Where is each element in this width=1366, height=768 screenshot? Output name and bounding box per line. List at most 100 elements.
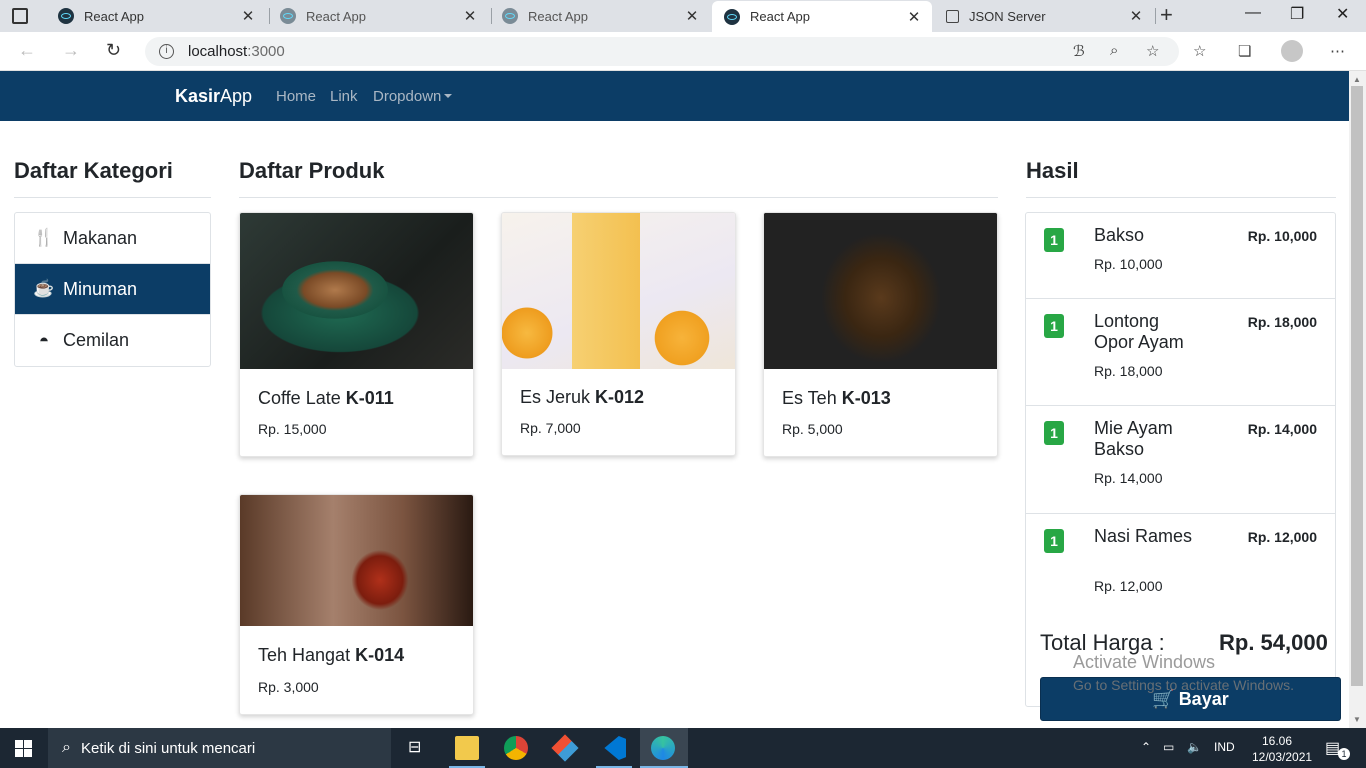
git-icon[interactable] [551,734,579,762]
volume-icon[interactable]: 🔈 [1187,740,1202,754]
product-card[interactable]: Teh Hangat K-014 Rp. 3,000 [239,494,474,715]
qty-badge: 1 [1044,228,1064,252]
qty-badge: 1 [1044,529,1064,553]
cart-item-total: Rp. 14,000 [1247,421,1317,437]
browser-tab[interactable]: React App ✕ [490,0,710,32]
refresh-icon[interactable]: ↻ [106,40,121,61]
search-icon: ⌕ [62,739,71,756]
orange-juice-image [502,213,735,369]
battery-icon[interactable]: ▭ [1163,740,1174,754]
maximize-icon[interactable]: ❐ [1290,4,1304,24]
back-icon[interactable]: ← [18,40,36,61]
product-name-text: Es Jeruk [520,387,591,407]
browser-tab[interactable]: React App ✕ [268,0,488,32]
close-tab-icon[interactable]: ✕ [238,7,258,25]
search-placeholder: Ketik di sini untuk mencari [80,739,256,757]
product-name: Es Teh K-013 [782,388,891,409]
product-name: Es Jeruk K-012 [520,387,644,408]
product-code: K-013 [841,388,891,408]
task-view-icon[interactable]: ⊟ [408,737,421,757]
tab-title: React App [528,8,588,24]
chevron-up-icon[interactable]: ⌃ [1141,740,1151,754]
windows-start-icon[interactable] [15,740,32,757]
react-favicon-icon [502,8,518,24]
browser-tab[interactable]: React App ✕ [46,0,266,32]
url-input[interactable]: i localhost:3000 [145,37,1179,66]
close-tab-icon[interactable]: ✕ [904,8,924,26]
close-tab-icon[interactable]: ✕ [460,7,480,25]
cart-item-total: Rp. 10,000 [1247,228,1317,244]
cart-item-name: Bakso [1094,225,1145,245]
qty-badge: 1 [1044,314,1064,338]
browser-tab[interactable]: JSON Server ✕ [934,0,1154,32]
cart-item-price: Rp. 10,000 [1094,256,1163,272]
file-explorer-icon[interactable] [455,736,479,760]
brand-logo[interactable]: KasirApp [175,86,252,107]
close-window-icon[interactable]: ✕ [1336,4,1349,24]
favorites-icon[interactable]: ☆ [1193,42,1206,60]
qty-badge: 1 [1044,421,1064,445]
new-tab-icon[interactable]: + [1160,2,1173,28]
product-name-text: Teh Hangat [258,645,351,665]
chrome-icon[interactable] [504,736,528,760]
url-host: localhost [188,43,248,60]
zoom-icon[interactable]: ⌕ [1110,42,1118,59]
cart-item-price: Rp. 18,000 [1094,363,1163,379]
cart-item-price: Rp. 12,000 [1094,578,1163,594]
tab-title: React App [306,8,366,24]
clock-time: 16.06 [1261,734,1293,748]
vscode-icon[interactable] [604,736,626,760]
profile-avatar[interactable] [1281,40,1303,62]
read-aloud-icon[interactable]: ℬ [1073,42,1085,60]
page-scrollbar[interactable]: ▲ ▼ [1349,71,1366,728]
product-price: Rp. 7,000 [520,420,581,436]
cart-item[interactable]: 1 Mie Ayam Bakso Rp. 14,000 Rp. 14,000 [1026,406,1335,514]
forward-icon[interactable]: → [62,40,80,61]
json-favicon-icon [946,9,959,23]
category-item-makanan[interactable]: 🍴 Makanan [15,213,210,264]
site-info-icon[interactable]: i [159,44,174,59]
category-label: Makanan [63,227,138,248]
nav-dropdown[interactable]: Dropdown [373,88,453,105]
cart-item[interactable]: 1 Nasi Rames Rp. 12,000 Rp. 12,000 [1026,514,1335,614]
scroll-up-icon[interactable]: ▲ [1353,75,1361,84]
close-tab-icon[interactable]: ✕ [682,7,702,25]
product-card[interactable]: Es Jeruk K-012 Rp. 7,000 [501,212,736,456]
cart-item-total: Rp. 18,000 [1247,314,1317,330]
divider [239,197,998,198]
nav-link-home[interactable]: Home [276,88,316,105]
tab-title: React App [750,9,810,24]
cart-item-name: Mie Ayam Bakso [1094,418,1173,459]
product-card[interactable]: Es Teh K-013 Rp. 5,000 [763,212,998,457]
more-options-icon[interactable]: ⋯ [1330,42,1345,60]
cart-item-name: Lontong Opor Ayam [1094,311,1184,352]
language-indicator[interactable]: IND [1214,740,1235,754]
workspaces-icon[interactable] [12,8,28,24]
react-favicon-icon [58,8,74,24]
kategori-title: Daftar Kategori [14,158,173,183]
brand-bold: Kasir [175,86,221,106]
product-name: Coffe Late K-011 [258,388,394,409]
cart-item[interactable]: 1 Lontong Opor Ayam Rp. 18,000 Rp. 18,00… [1026,299,1335,406]
product-price: Rp. 3,000 [258,679,319,695]
cart-item[interactable]: 1 Bakso Rp. 10,000 Rp. 10,000 [1026,213,1335,299]
add-favorite-icon[interactable]: ☆ [1146,42,1159,60]
minimize-icon[interactable]: — [1245,4,1261,22]
hot-tea-image [240,495,473,626]
taskbar-clock[interactable]: 16.06 12/03/2021 [1252,733,1312,765]
category-item-minuman[interactable]: ☕ Minuman [15,264,210,315]
tab-title: React App [84,8,144,24]
category-item-cemilan[interactable]: ◓ Cemilan [15,315,210,366]
iced-tea-image [764,213,997,369]
close-tab-icon[interactable]: ✕ [1126,7,1146,25]
notification-count: 1 [1338,748,1350,760]
collections-icon[interactable]: ❏ [1238,42,1251,60]
scrollbar-thumb[interactable] [1351,86,1363,686]
address-bar: ← → ↻ i localhost:3000 ℬ ⌕ ☆ ☆ ❏ ⋯ [0,32,1366,71]
nav-link-link[interactable]: Link [330,88,358,105]
browser-tab-active[interactable]: React App ✕ [712,1,932,32]
scroll-down-icon[interactable]: ▼ [1353,715,1361,724]
edge-icon[interactable] [651,736,675,760]
product-card[interactable]: Coffe Late K-011 Rp. 15,000 [239,212,474,457]
taskbar-search-input[interactable]: ⌕ Ketik di sini untuk mencari [48,728,391,768]
